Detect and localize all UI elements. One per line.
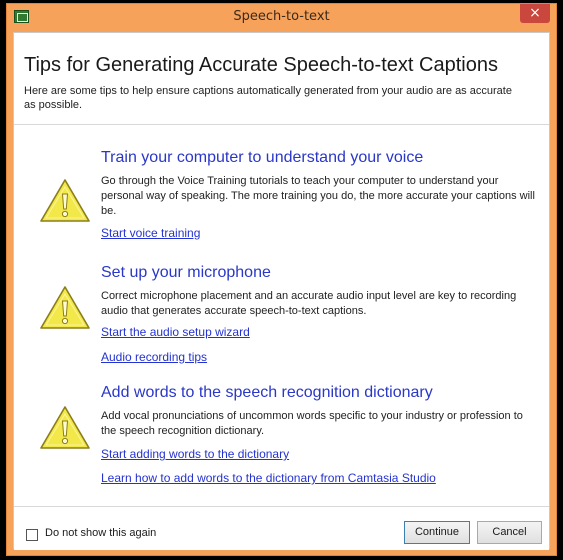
dialog-footer: Do not show this again Continue Cancel <box>14 506 549 550</box>
start-voice-training-link[interactable]: Start voice training <box>101 226 200 240</box>
section-description: Add vocal pronunciations of uncommon wor… <box>101 410 523 437</box>
learn-add-words-camtasia-link[interactable]: Learn how to add words to the dictionary… <box>101 471 436 485</box>
section-description: Go through the Voice Training tutorials … <box>101 175 535 217</box>
dialog-header: Tips for Generating Accurate Speech-to-t… <box>14 33 549 125</box>
do-not-show-checkbox[interactable] <box>26 529 38 541</box>
title-bar[interactable]: Speech-to-text × <box>7 4 556 32</box>
screen-frame: Speech-to-text × Tips for Generating Acc… <box>0 0 563 560</box>
section-description: Correct microphone placement and an accu… <box>101 290 517 317</box>
section-title: Add words to the speech recognition dict… <box>101 384 433 401</box>
section-title: Train your computer to understand your v… <box>101 149 424 166</box>
section-title: Set up your microphone <box>101 264 271 281</box>
do-not-show-label[interactable]: Do not show this again <box>45 527 156 539</box>
audio-setup-wizard-link[interactable]: Start the audio setup wizard <box>101 325 250 339</box>
audio-recording-tips-link[interactable]: Audio recording tips <box>101 350 207 364</box>
dialog-content: Tips for Generating Accurate Speech-to-t… <box>13 32 550 550</box>
cancel-button[interactable]: Cancel <box>477 521 542 544</box>
warning-icon <box>40 406 90 449</box>
page-title: Tips for Generating Accurate Speech-to-t… <box>24 54 498 76</box>
window-title: Speech-to-text <box>233 9 330 24</box>
page-subtitle: Here are some tips to help ensure captio… <box>24 85 512 111</box>
warning-icon <box>40 179 90 222</box>
dialog-window: Speech-to-text × Tips for Generating Acc… <box>6 3 557 556</box>
add-words-dictionary-link[interactable]: Start adding words to the dictionary <box>101 447 289 461</box>
warning-icon <box>40 286 90 329</box>
close-button[interactable]: × <box>520 4 550 23</box>
continue-button[interactable]: Continue <box>404 521 470 544</box>
